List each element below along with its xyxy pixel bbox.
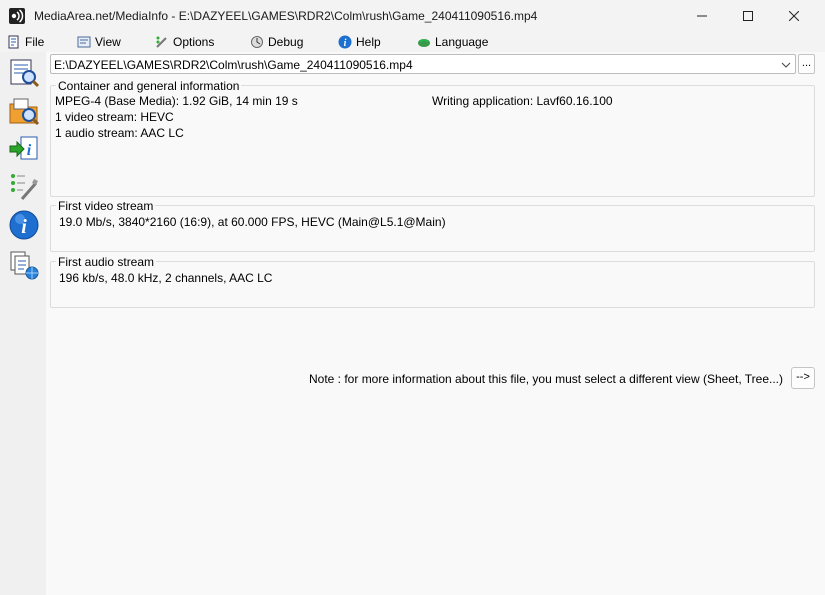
open-file-tool[interactable] [7, 56, 41, 90]
maximize-button[interactable] [725, 0, 771, 32]
browse-button[interactable]: ... [798, 54, 815, 74]
menu-file[interactable]: File [7, 33, 44, 51]
mediainfo-logo-icon [9, 8, 25, 24]
menu-help-label: Help [356, 35, 381, 49]
window-title: MediaArea.net/MediaInfo - E:\DAZYEEL\GAM… [34, 9, 538, 23]
menu-help[interactable]: i Help [338, 33, 381, 51]
writing-application-line: Writing application: Lavf60.16.100 [432, 94, 613, 108]
menu-view-label: View [95, 35, 121, 49]
menu-view[interactable]: View [77, 33, 121, 51]
about-icon: i [9, 210, 39, 240]
audio-stream-legend: First audio stream [56, 255, 157, 269]
open-file-icon [10, 59, 40, 88]
menu-debug[interactable]: Debug [250, 33, 303, 51]
help-menu-icon: i [338, 35, 352, 49]
menu-options[interactable]: Options [155, 33, 214, 51]
open-folder-tool[interactable] [7, 94, 41, 128]
export-tool[interactable]: i [7, 132, 41, 166]
menu-options-label: Options [173, 35, 215, 49]
about-tool[interactable]: i [7, 208, 41, 242]
menu-file-label: File [25, 35, 45, 49]
debug-menu-icon [251, 36, 263, 48]
file-selector-combobox[interactable]: E:\DAZYEEL\GAMES\RDR2\Colm\rush\Game_240… [50, 54, 796, 74]
svg-text:i: i [21, 216, 27, 238]
more-info-note: Note : for more information about this f… [309, 372, 783, 386]
file-path-value: E:\DAZYEEL\GAMES\RDR2\Colm\rush\Game_240… [54, 58, 413, 72]
svg-text:i: i [27, 142, 32, 159]
video-stream-count-line: 1 video stream: HEVC [55, 110, 174, 124]
menu-bar: File View Options Debug i Help Language [0, 32, 825, 52]
file-menu-icon [8, 35, 19, 49]
language-menu-icon [418, 39, 430, 47]
export-icon: i [9, 136, 38, 160]
options-menu-icon [156, 36, 167, 48]
audio-stream-count-line: 1 audio stream: AAC LC [55, 126, 184, 140]
web-knowledge-icon [10, 251, 39, 280]
preferences-icon [11, 174, 38, 200]
more-info-button[interactable]: --> [791, 367, 815, 389]
close-button[interactable] [771, 0, 817, 32]
video-stream-details: 19.0 Mb/s, 3840*2160 (16:9), at 60.000 F… [59, 215, 446, 229]
left-toolbar: i i [0, 52, 46, 595]
svg-text:i: i [344, 38, 347, 49]
video-stream-legend: First video stream [56, 199, 156, 213]
title-bar[interactable]: MediaArea.net/MediaInfo - E:\DAZYEEL\GAM… [0, 0, 825, 32]
audio-stream-details: 196 kb/s, 48.0 kHz, 2 channels, AAC LC [59, 271, 273, 285]
preferences-tool[interactable] [7, 170, 41, 204]
mediainfo-window: MediaArea.net/MediaInfo - E:\DAZYEEL\GAM… [0, 0, 825, 595]
open-folder-icon [9, 98, 40, 126]
minimize-button[interactable] [679, 0, 725, 32]
menu-debug-label: Debug [268, 35, 304, 49]
view-menu-icon [77, 36, 91, 48]
web-knowledge-tool[interactable] [7, 248, 41, 282]
general-info-legend: Container and general information [56, 79, 242, 93]
menu-language[interactable]: Language [417, 33, 488, 51]
general-format-line: MPEG-4 (Base Media): 1.92 GiB, 14 min 19… [55, 94, 298, 108]
chevron-down-icon[interactable] [781, 59, 791, 73]
menu-language-label: Language [435, 35, 489, 49]
